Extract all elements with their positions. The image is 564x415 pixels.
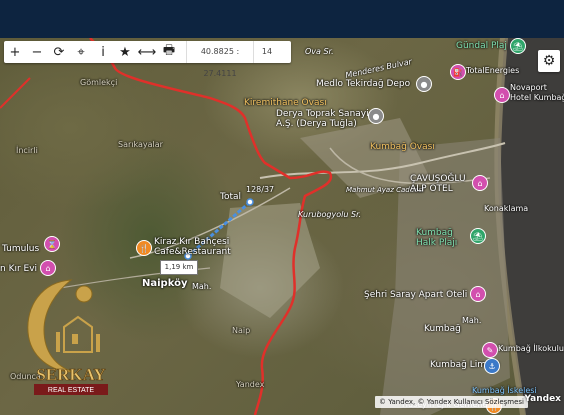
top-header-bar (0, 0, 564, 38)
label-gomlekci: Gömlekçi (80, 78, 118, 87)
measure-end-point (246, 198, 254, 206)
hotel-2-pin-icon[interactable]: ⌂ (472, 175, 488, 191)
settings-gear-icon[interactable]: ⚙ (538, 50, 560, 72)
favorite-icon[interactable]: ★ (114, 41, 136, 63)
label-novaport: Novaport Hotel Kumbağ (510, 83, 564, 102)
factory-pin-icon[interactable]: ● (368, 108, 384, 124)
zoom-level-readout: 14 (261, 47, 273, 56)
label-total-energies: TotalEnergies (466, 66, 520, 75)
label-incirli: İncirli (16, 146, 38, 155)
refresh-icon[interactable]: ⟳ (48, 41, 70, 63)
label-kiraz: Kiraz Kır Bahçesi Cafe&Restaurant (154, 237, 231, 257)
label-kumbag-ovasi: Kumbağ Ovası (370, 142, 435, 152)
depot-pin-icon[interactable]: ● (416, 76, 432, 92)
label-konaklama: Konaklama (484, 204, 529, 213)
label-ova-sr: Ova Sr. (305, 47, 334, 56)
zoom-in-button[interactable]: + (4, 41, 26, 63)
label-sarikayalar: Sarıkayalar (118, 140, 163, 149)
label-medlo: Medlo Tekirdağ Depo (316, 79, 411, 89)
label-kumbag-halk: Kumbağ Halk Plajı (416, 228, 458, 248)
distance-label: 1,19 km (160, 260, 198, 275)
label-sehri-saray: Şehri Saray Apart Oteli (364, 290, 468, 300)
yandex-brand: Yandex (524, 394, 561, 404)
label-point: 128/37 (246, 185, 275, 194)
hotel-pin-icon[interactable]: ⌂ (494, 87, 510, 103)
logo-tagline: REAL ESTATE (48, 387, 94, 394)
label-cavusoglu: ÇAVUŞOĞLU ALP OTEL (410, 174, 466, 194)
zoom-out-button[interactable]: − (26, 41, 48, 63)
label-kurubogyolu: Kurubogyolu Sr. (298, 210, 362, 219)
label-gundal-plaj: Gündal Plaj (456, 41, 507, 51)
print-icon[interactable]: 🖶 (158, 41, 180, 63)
landmark-pin-icon[interactable]: ⌛ (44, 236, 60, 252)
map-attribution[interactable]: © Yandex, © Yandex Kullanıcı Sözleşmesi (374, 396, 528, 408)
label-kumbag-mah: Kumbağ (424, 324, 461, 334)
map-toolbar: + − ⟳ ⌖ i ★ ⟷ 🖶 40.8825 : 27.4111 14 (4, 41, 291, 78)
label-kumbag-ilkokulu: Kumbağ İlkokulu (498, 344, 564, 353)
locate-icon[interactable]: ⌖ (70, 41, 92, 63)
label-naipkoy-mah: Mah. (192, 282, 212, 291)
beach-pin-icon[interactable]: ⛱ (510, 38, 526, 54)
label-naip: Naip (232, 326, 251, 335)
district-border-left (0, 77, 31, 109)
label-tumulus: Tumulus (2, 244, 40, 254)
label-yandex-faint: Yandex (236, 380, 265, 389)
restaurant-pin-icon[interactable]: 🍴 (136, 240, 152, 256)
beach-2-pin-icon[interactable]: ⛱ (470, 228, 486, 244)
school-pin-icon[interactable]: ✎ (482, 342, 498, 358)
info-icon[interactable]: i (92, 41, 114, 63)
port-pin-icon[interactable]: ⚓ (484, 358, 500, 374)
serkay-logo: SERKAY REAL ESTATE (27, 279, 108, 395)
logo-name: SERKAY (36, 365, 105, 384)
label-derya-toprak: Derya Toprak Sanayi A.Ş. (Derya Tuğla) (276, 109, 369, 129)
label-kumbag-mah2: Mah. (462, 316, 482, 325)
label-kiremithane: Kiremithane Ovası (244, 98, 327, 108)
measure-icon[interactable]: ⟷ (136, 41, 158, 63)
label-naipkoy: Naipköy (142, 278, 188, 289)
gas-station-pin-icon[interactable]: ⛽ (450, 64, 466, 80)
quarry-area (220, 203, 320, 318)
coordinates-readout: 40.8825 : 27.4111 (186, 41, 254, 78)
label-total: Total (220, 192, 242, 202)
hotel-3-pin-icon[interactable]: ⌂ (470, 286, 486, 302)
